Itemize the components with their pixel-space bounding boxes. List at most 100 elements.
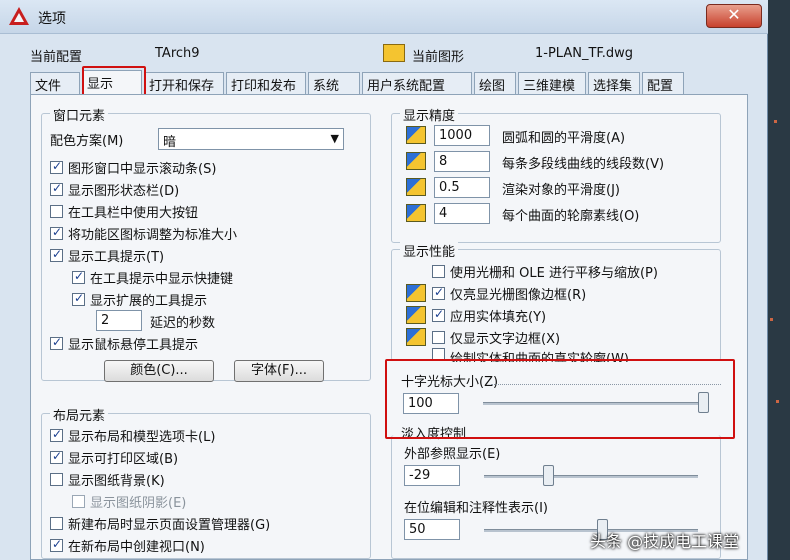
title-bar[interactable]: 选项 ✕ — [0, 0, 768, 34]
autocad-logo-icon — [9, 7, 29, 25]
checkbox-icon — [50, 181, 63, 196]
contour-lines-input[interactable]: 4 — [434, 203, 490, 224]
checkbox-create-viewport[interactable]: 在新布局中创建视口(N) — [50, 536, 205, 555]
render-smoothness-input[interactable]: 0.5 — [434, 177, 490, 198]
checkbox-rollover-tooltips[interactable]: 显示鼠标悬停工具提示 — [50, 334, 198, 353]
drawing-setting-icon — [406, 152, 426, 170]
checkbox-label: 显示图形状态栏(D) — [68, 184, 180, 199]
xref-display-input[interactable]: -29 — [404, 465, 460, 486]
checkbox-text-frame[interactable]: 仅显示文字边框(X) — [432, 328, 560, 347]
checkbox-label: 图形窗口中显示滚动条(S) — [68, 162, 217, 177]
color-scheme-value: 暗 — [163, 135, 177, 150]
checkbox-icon — [432, 307, 445, 322]
checkbox-label: 显示鼠标悬停工具提示 — [68, 338, 199, 353]
contour-lines-label: 每个曲面的轮廓素线(O) — [502, 209, 640, 224]
background-dot — [776, 400, 779, 403]
tab-plot-publish[interactable]: 打印和发布 — [226, 72, 306, 94]
tab-user-preferences[interactable]: 用户系统配置 — [362, 72, 472, 94]
checkbox-raster-frame[interactable]: 仅亮显光栅图像边框(R) — [432, 284, 586, 303]
drawing-icon — [383, 44, 405, 62]
drawing-setting-icon — [406, 328, 426, 346]
checkbox-large-buttons[interactable]: 在工具栏中使用大按钮 — [50, 202, 198, 221]
color-scheme-label: 配色方案(M) — [50, 134, 124, 149]
drawing-setting-icon — [406, 126, 426, 144]
checkbox-label: 显示图纸阴影(E) — [90, 496, 187, 511]
checkbox-label: 新建布局时显示页面设置管理器(G) — [68, 518, 271, 533]
tab-open-save[interactable]: 打开和保存 — [144, 72, 224, 94]
tab-3d-modeling[interactable]: 三维建模 — [518, 72, 586, 94]
tab-system[interactable]: 系统 — [308, 72, 360, 94]
inplace-edit-label: 在位编辑和注释性表示(I) — [404, 501, 548, 516]
background-dot — [774, 120, 777, 123]
watermark-text: 头条 @技成电工课堂 — [590, 532, 740, 551]
xref-display-label: 外部参照显示(E) — [404, 447, 501, 462]
close-button[interactable]: ✕ — [706, 4, 762, 28]
current-profile-label: 当前配置 — [30, 50, 83, 65]
checkbox-icon — [50, 473, 63, 486]
window-title: 选项 — [38, 11, 66, 27]
current-profile-value: TArch9 — [155, 46, 200, 61]
checkbox-icon — [72, 269, 85, 284]
checkbox-status-bar[interactable]: 显示图形状态栏(D) — [50, 180, 179, 199]
checkbox-shortcut-keys[interactable]: 在工具提示中显示快捷键 — [72, 268, 233, 287]
checkbox-label: 在工具提示中显示快捷键 — [90, 272, 234, 287]
checkbox-page-setup-manager[interactable]: 新建布局时显示页面设置管理器(G) — [50, 514, 270, 533]
checkbox-icon — [432, 285, 445, 300]
tab-selection[interactable]: 选择集 — [588, 72, 640, 94]
fonts-button[interactable]: 字体(F)... — [234, 360, 324, 382]
delay-seconds-input[interactable]: 2 — [96, 310, 142, 331]
checkbox-ribbon-icons[interactable]: 将功能区图标调整为标准大小 — [50, 224, 237, 243]
checkbox-label: 应用实体填充(Y) — [450, 310, 547, 325]
checkbox-label: 在新布局中创建视口(N) — [68, 540, 205, 555]
group-title: 布局元素 — [50, 405, 109, 424]
xref-slider-track[interactable] — [484, 475, 698, 478]
checkbox-raster-ole[interactable]: 使用光栅和 OLE 进行平移与缩放(P) — [432, 262, 658, 281]
colors-button[interactable]: 颜色(C)... — [104, 360, 214, 382]
drawing-setting-icon — [406, 204, 426, 222]
checkbox-icon — [72, 291, 85, 306]
checkbox-icon — [50, 537, 63, 552]
options-dialog: 选项 ✕ 当前配置 TArch9 当前图形 1-PLAN_TF.dwg 文件 显… — [0, 0, 768, 560]
checkbox-icon — [50, 449, 63, 464]
checkbox-paper-shadow[interactable]: 显示图纸阴影(E) — [72, 492, 186, 511]
drawing-setting-icon — [406, 178, 426, 196]
crosshair-highlight-box — [385, 359, 735, 439]
arc-smoothness-label: 圆弧和圆的平滑度(A) — [502, 131, 626, 146]
tab-profiles[interactable]: 配置 — [642, 72, 684, 94]
checkbox-tooltips[interactable]: 显示工具提示(T) — [50, 246, 164, 265]
checkbox-icon — [50, 205, 63, 218]
inplace-edit-input[interactable]: 50 — [404, 519, 460, 540]
display-tab-panel: 窗口元素 配色方案(M) 暗 ▼ 图形窗口中显示滚动条(S) 显示图形状态栏(D… — [30, 94, 748, 560]
arc-smoothness-input[interactable]: 1000 — [434, 125, 490, 146]
current-drawing-value: 1-PLAN_TF.dwg — [535, 46, 634, 61]
display-resolution-group: 显示精度 1000 圆弧和圆的平滑度(A) 8 每条多段线曲线的线段数(V) 0… — [391, 105, 721, 243]
group-title: 窗口元素 — [50, 105, 109, 124]
checkbox-icon — [72, 495, 85, 508]
checkbox-scrollbars[interactable]: 图形窗口中显示滚动条(S) — [50, 158, 216, 177]
checkbox-icon — [50, 247, 63, 262]
checkbox-layout-tabs[interactable]: 显示布局和模型选项卡(L) — [50, 426, 215, 445]
checkbox-icon — [432, 265, 445, 278]
checkbox-printable-area[interactable]: 显示可打印区域(B) — [50, 448, 178, 467]
checkbox-label: 仅亮显光栅图像边框(R) — [450, 288, 587, 303]
drawing-setting-icon — [406, 306, 426, 324]
chevron-down-icon: ▼ — [330, 132, 339, 145]
checkbox-label: 显示图纸背景(K) — [68, 474, 165, 489]
delay-seconds-label: 延迟的秒数 — [150, 316, 216, 331]
checkbox-extended-tooltips[interactable]: 显示扩展的工具提示 — [72, 290, 207, 309]
checkbox-solid-fill[interactable]: 应用实体填充(Y) — [432, 306, 546, 325]
polyline-segments-label: 每条多段线曲线的线段数(V) — [502, 157, 665, 172]
tab-files[interactable]: 文件 — [30, 72, 80, 94]
tab-drafting[interactable]: 绘图 — [474, 72, 516, 94]
checkbox-label: 在工具栏中使用大按钮 — [68, 206, 199, 221]
checkbox-label: 将功能区图标调整为标准大小 — [68, 228, 238, 243]
checkbox-label: 仅显示文字边框(X) — [450, 332, 561, 347]
polyline-segments-input[interactable]: 8 — [434, 151, 490, 172]
current-drawing-label: 当前图形 — [412, 50, 465, 65]
color-scheme-select[interactable]: 暗 ▼ — [158, 128, 344, 150]
checkbox-icon — [432, 331, 445, 344]
xref-slider-thumb[interactable] — [543, 465, 555, 486]
checkbox-label: 使用光栅和 OLE 进行平移与缩放(P) — [450, 266, 658, 281]
checkbox-paper-background[interactable]: 显示图纸背景(K) — [50, 470, 165, 489]
drawing-setting-icon — [406, 284, 426, 302]
